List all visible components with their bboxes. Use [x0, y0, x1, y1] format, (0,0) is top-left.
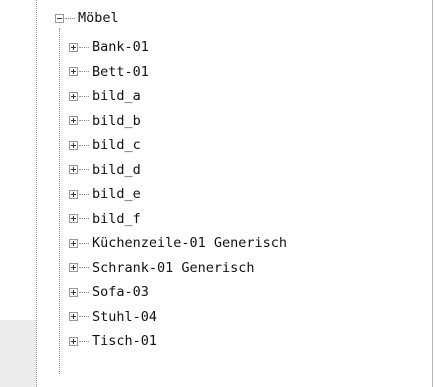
plus-box-icon[interactable]	[69, 189, 78, 199]
tree-child-item[interactable]: bild_f	[69, 207, 141, 231]
tree-connector	[79, 71, 89, 72]
minus-box-icon[interactable]	[55, 13, 64, 23]
tree-child-label[interactable]: bild_e	[92, 182, 141, 206]
tree-root-item[interactable]: Möbel	[55, 6, 119, 30]
plus-box-icon[interactable]	[69, 91, 78, 101]
tree-child-label[interactable]: Sofa-03	[92, 280, 149, 304]
plus-box-icon[interactable]	[69, 165, 78, 174]
tree-child-label[interactable]: Bank-01	[92, 35, 149, 59]
plus-box-icon[interactable]	[69, 238, 78, 248]
pane-border	[432, 0, 433, 387]
tree-connector	[79, 120, 89, 121]
plus-box-icon[interactable]	[69, 287, 78, 297]
tree-connector	[79, 144, 89, 146]
tree-connector	[79, 267, 89, 268]
tree-child-item[interactable]: Bett-01	[69, 60, 149, 84]
tree-pane: Möbel Bank-01 Bett-01 bild_a bild_b bild_c bi…	[36, 0, 432, 387]
tree-connector	[79, 218, 89, 219]
tree-root-label[interactable]: Möbel	[78, 6, 119, 30]
tree-connector	[79, 193, 89, 195]
plus-box-icon[interactable]	[69, 42, 78, 52]
tree-child-item[interactable]: Sofa-03	[69, 280, 149, 304]
plus-box-icon[interactable]	[69, 214, 78, 223]
tree-child-item[interactable]: bild_d	[69, 158, 141, 182]
tree-child-item[interactable]: bild_b	[69, 109, 141, 133]
tree-child-label[interactable]: Stuhl-04	[92, 305, 157, 329]
tree-child-label[interactable]: bild_d	[92, 158, 141, 182]
pane-guide-line	[36, 0, 37, 387]
tree-child-label[interactable]: Tisch-01	[92, 329, 157, 353]
plus-box-icon[interactable]	[69, 67, 78, 76]
tree-child-label[interactable]: bild_f	[92, 207, 141, 231]
tree-connector	[79, 340, 89, 342]
plus-box-icon[interactable]	[69, 263, 78, 272]
tree-connector	[65, 17, 75, 19]
tree-child-label[interactable]: Bett-01	[92, 60, 149, 84]
tree-child-item[interactable]: Bank-01	[69, 35, 149, 59]
tree-connector	[79, 46, 89, 48]
tree-child-label[interactable]: bild_c	[92, 133, 141, 157]
tree-connector	[79, 169, 89, 170]
tree-child-item[interactable]: bild_a	[69, 84, 141, 108]
plus-box-icon[interactable]	[69, 116, 78, 125]
tree-connector	[79, 291, 89, 293]
tree-child-item[interactable]: bild_c	[69, 133, 141, 157]
tree-connector	[79, 242, 89, 244]
plus-box-icon[interactable]	[69, 140, 78, 150]
tree-connector	[79, 95, 89, 97]
plus-box-icon[interactable]	[69, 336, 78, 346]
tree-child-item[interactable]: bild_e	[69, 182, 141, 206]
tree-child-item[interactable]: Schrank-01 Generisch	[69, 256, 255, 280]
plus-box-icon[interactable]	[69, 312, 78, 321]
tree-view-window: Möbel Bank-01 Bett-01 bild_a bild_b bild_c bi…	[0, 0, 437, 387]
root-guide-line	[59, 28, 60, 374]
tree-child-label[interactable]: Küchenzeile-01 Generisch	[92, 231, 287, 255]
tree-child-item[interactable]: Stuhl-04	[69, 305, 157, 329]
tree-child-item[interactable]: Tisch-01	[69, 329, 157, 353]
left-gutter	[0, 320, 40, 387]
tree-child-item[interactable]: Küchenzeile-01 Generisch	[69, 231, 287, 255]
tree-child-label[interactable]: bild_a	[92, 84, 141, 108]
tree-child-label[interactable]: Schrank-01 Generisch	[92, 256, 255, 280]
tree-connector	[79, 316, 89, 317]
tree-child-label[interactable]: bild_b	[92, 109, 141, 133]
